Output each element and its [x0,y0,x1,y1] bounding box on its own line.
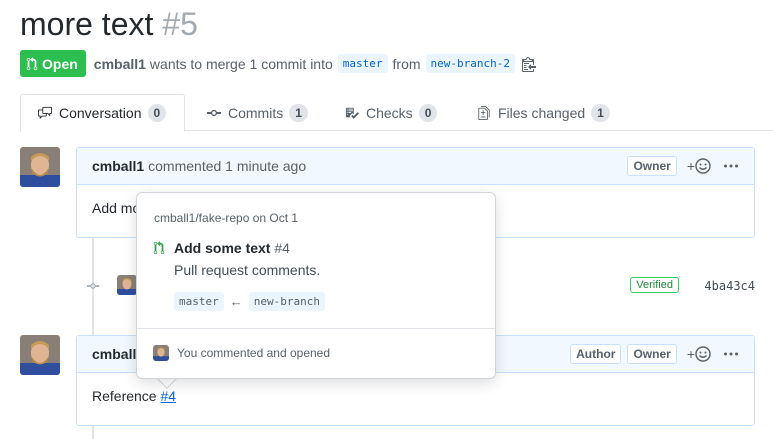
page-title: more text #5 [20,6,198,43]
tab-counter: 0 [147,104,167,122]
git-pull-request-icon [153,241,165,255]
verified-badge[interactable]: Verified [630,277,679,293]
merge-text: wants to merge 1 commit into [149,55,333,72]
tab-label: Checks [366,104,413,121]
owner-label: Owner [627,344,677,364]
tab-label: Files changed [498,104,586,121]
divider [137,328,495,329]
comment-author[interactable]: cmball [92,346,136,362]
avatar[interactable] [20,335,60,375]
add-reaction-button[interactable]: + [687,158,711,174]
tab-label: Conversation [59,105,142,121]
pr-author-link[interactable]: cmball1 [94,56,146,72]
tab-commits[interactable]: Commits 1 [206,94,308,131]
git-commit-icon [207,109,221,116]
user-avatar-image [20,335,60,375]
issue-reference-link[interactable]: #4 [160,388,176,404]
file-diff-icon [478,105,490,120]
kebab-horizontal-icon[interactable] [723,158,739,174]
pr-meta: Open cmball1 wants to merge 1 commit int… [20,50,537,77]
popover-pr-title: Add some text #4 [174,240,290,256]
popover-branches: master ← new-branch [174,292,325,311]
tab-label: Commits [228,104,284,121]
tab-files-changed[interactable]: Files changed 1 [476,94,610,131]
smiley-icon [695,346,711,362]
from-text: from [392,55,421,72]
tab-conversation[interactable]: Conversation 0 [20,94,185,132]
popover-repo: cmball1/fake-repo on Oct 1 [154,211,298,225]
clippy-icon[interactable] [522,56,537,72]
user-avatar-image [117,275,137,295]
pr-title: more text [20,6,154,42]
popover-description: Pull request comments. [174,262,321,278]
add-reaction-button[interactable]: + [687,346,711,362]
commit-sha[interactable]: 4ba43c4 [704,279,755,293]
tab-counter: 1 [289,103,308,122]
commit-avatar[interactable] [117,275,137,295]
tab-checks[interactable]: Checks 0 [344,94,438,131]
git-pull-request-icon [26,56,38,70]
popover-pr-number: #4 [274,240,290,256]
comment-body: Reference #4 [77,373,754,419]
comment-timestamp[interactable]: commented 1 minute ago [148,158,306,174]
avatar[interactable] [20,147,60,187]
pr-tabs: Conversation 0 Commits 1 Checks 0 Files … [20,94,773,132]
base-branch[interactable]: master [337,54,388,73]
popover-head-branch: new-branch [248,292,325,311]
hovercard-popover: cmball1/fake-repo on Oct 1 Add some text… [136,192,496,379]
avatar [153,345,169,361]
owner-label: Owner [627,156,677,176]
comment-body-text: Reference [92,388,157,404]
tab-counter: 0 [418,103,438,122]
status-badge-label: Open [42,55,78,72]
user-avatar-image [20,147,60,187]
smiley-icon [695,158,711,174]
popover-footer-text: You commented and opened [177,346,331,360]
timeline-line [92,426,94,439]
comment-header: cmball1 commented 1 minute ago Owner + [77,148,754,185]
popover-base-branch: master [174,292,224,311]
kebab-horizontal-icon[interactable] [723,346,739,362]
comment-author[interactable]: cmball1 [92,158,144,174]
status-badge: Open [20,50,86,77]
popover-title-text[interactable]: Add some text [174,240,270,256]
popover-footer: You commented and opened [153,345,330,361]
pr-number: #5 [162,6,198,42]
popover-repo-name[interactable]: cmball1/fake-repo [154,211,249,225]
author-label: Author [570,344,622,364]
popover-date: on Oct 1 [252,211,299,225]
tab-counter: 1 [591,103,610,122]
checklist-icon [345,107,359,119]
user-avatar-image [153,345,169,361]
head-branch[interactable]: new-branch-2 [425,54,516,73]
arrow-left-icon: ← [229,294,243,309]
git-commit-icon [86,283,100,289]
comment-discussion-icon [38,106,52,120]
